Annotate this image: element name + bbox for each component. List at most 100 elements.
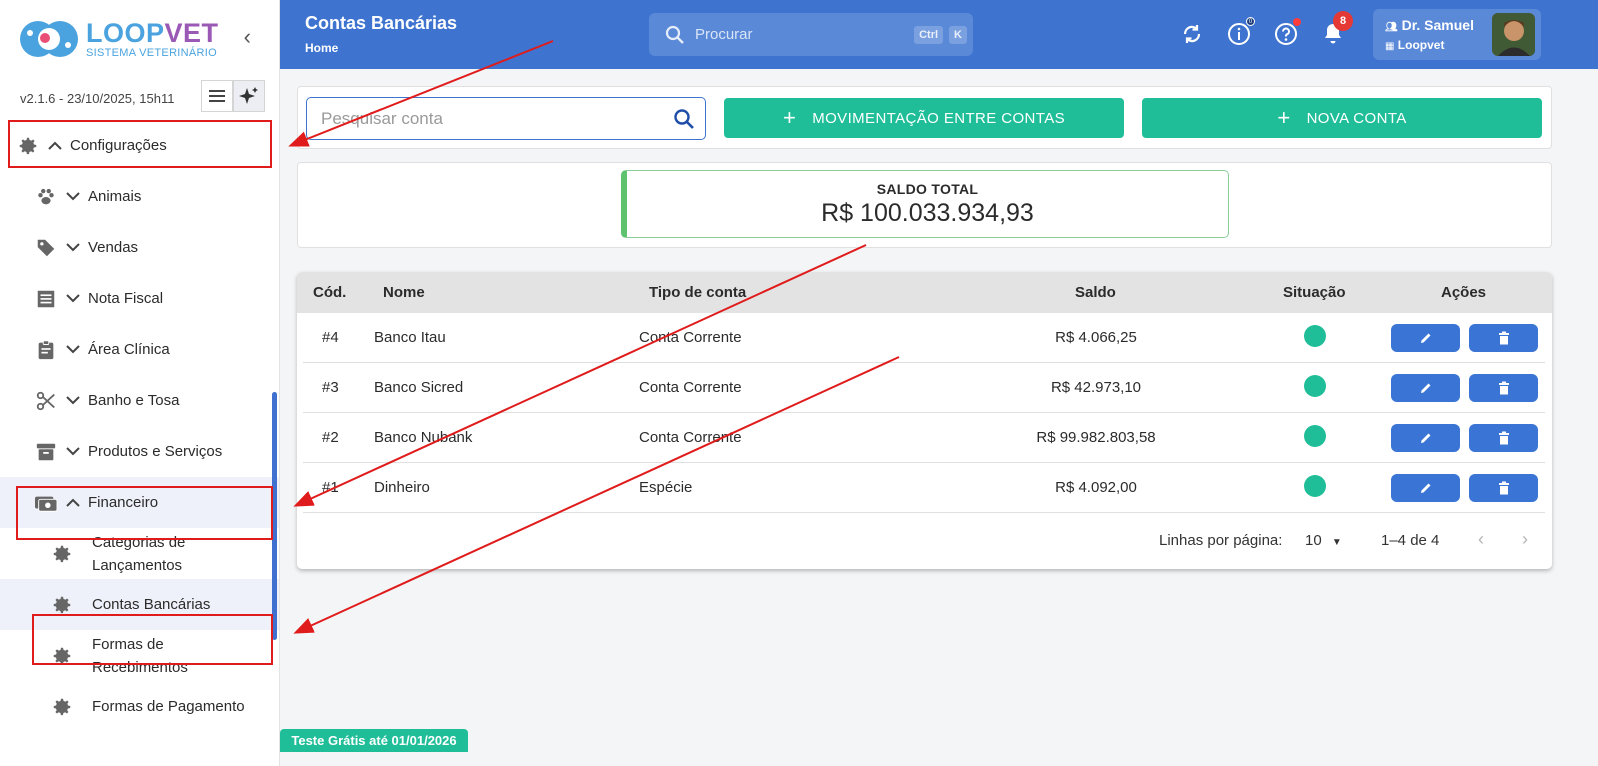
info-icon [1228,23,1250,45]
delete-button[interactable] [1469,374,1538,402]
chevron-down-icon [64,447,82,456]
sidebar-item-contas-bancarias[interactable]: Contas Bancárias [0,579,279,630]
status-active-dot [1304,325,1326,347]
money-icon [34,491,58,515]
pencil-icon [1420,383,1430,393]
sidebar-item-area-clinica[interactable]: Área Clínica [0,324,279,375]
top-header: Contas Bancárias Home Procurar Ctrl K 0 … [280,0,1598,69]
saldo-total-value: R$ 100.033.934,93 [821,199,1034,227]
gear-icon [16,134,40,158]
sidebar-item-label: Animais [88,188,142,205]
global-search-input[interactable]: Procurar Ctrl K [649,13,973,56]
cell-cod: #4 [322,329,339,346]
sidebar-scrollbar[interactable] [272,392,277,640]
prev-page-icon[interactable]: ‹ [1478,529,1484,550]
notifications-button[interactable]: 8 [1319,11,1353,48]
table-row[interactable]: #2 Banco Nubank Conta Corrente R$ 99.982… [303,413,1545,463]
transfer-between-accounts-button[interactable]: + MOVIMENTAÇÃO ENTRE CONTAS [724,98,1124,138]
new-account-button-label: NOVA CONTA [1306,109,1407,127]
rows-per-page-label: Linhas por página: [1159,532,1283,549]
sync-button[interactable] [1178,20,1206,48]
table-header: Cód. Nome Tipo de conta Saldo Situação A… [297,272,1552,313]
kbd-ctrl: Ctrl [914,25,944,44]
col-header-cod[interactable]: Cód. [313,284,346,301]
cell-nome: Banco Nubank [374,429,473,446]
cell-tipo: Conta Corrente [639,379,742,396]
gear-icon [50,695,74,719]
menu-list-button[interactable] [201,80,233,112]
logo-title-a: LOOP [86,17,165,48]
sidebar-item-categorias-lancamentos[interactable]: Categorias de Lançamentos [0,528,279,579]
paw-icon [34,185,58,209]
sidebar-item-produtos-servicos[interactable]: Produtos e Serviços [0,426,279,477]
sidebar-item-vendas[interactable]: Vendas [0,222,279,273]
edit-button[interactable] [1391,474,1460,502]
sidebar-item-label-line2: Recebimentos [92,658,188,676]
ai-sparkle-button[interactable] [233,80,265,112]
sidebar-item-banho-tosa[interactable]: Banho e Tosa [0,375,279,426]
help-alert-dot [1293,18,1301,26]
delete-button[interactable] [1469,474,1538,502]
sidebar-item-financeiro[interactable]: Financeiro [0,477,279,528]
gear-icon [50,593,74,617]
edit-button[interactable] [1391,324,1460,352]
building-icon: ▦ [1385,41,1395,52]
edit-button[interactable] [1391,424,1460,452]
search-icon [665,25,684,44]
col-header-tipo[interactable]: Tipo de conta [649,284,746,301]
collapse-sidebar-icon[interactable]: ‹ [244,24,251,50]
delete-button[interactable] [1469,424,1538,452]
cell-tipo: Conta Corrente [639,329,742,346]
sidebar-item-nota-fiscal[interactable]: Nota Fiscal [0,273,279,324]
next-page-icon[interactable]: › [1522,529,1528,550]
scissors-icon [34,389,58,413]
sidebar-item-label-line2: Lançamentos [92,556,183,574]
help-button[interactable] [1272,18,1301,48]
search-icon[interactable] [673,108,695,130]
sidebar-item-label: Área Clínica [88,341,170,358]
clipboard-icon [34,338,58,362]
users-icon: 👥︎ [1385,22,1398,33]
chevron-down-icon [64,294,82,303]
trash-icon [1498,331,1509,345]
sidebar-menu: Configurações Animais Vendas Nota Fiscal [0,120,279,732]
sidebar-item-animais[interactable]: Animais [0,171,279,222]
status-active-dot [1304,375,1326,397]
global-search-placeholder: Procurar [695,26,753,43]
accounts-table: Cód. Nome Tipo de conta Saldo Situação A… [297,272,1552,569]
col-header-nome[interactable]: Nome [383,284,425,301]
logo: LOOPVET SISTEMA VETERINÁRIO ‹ [0,0,279,78]
sidebar-item-formas-pagamento[interactable]: Formas de Pagamento [0,681,279,732]
new-account-button[interactable]: + NOVA CONTA [1142,98,1542,138]
info-button[interactable]: 0 [1225,17,1255,48]
tag-icon [34,236,58,260]
col-header-saldo[interactable]: Saldo [1075,284,1116,301]
table-row[interactable]: #3 Banco Sicred Conta Corrente R$ 42.973… [303,363,1545,413]
accounts-toolbar: Pesquisar conta + MOVIMENTAÇÃO ENTRE CON… [297,86,1552,149]
chevron-down-icon [64,345,82,354]
sidebar-item-formas-recebimentos[interactable]: Formas de Recebimentos [0,630,279,681]
sidebar-item-configuracoes[interactable]: Configurações [0,120,279,171]
sidebar-item-label: Vendas [88,239,139,256]
user-menu[interactable]: 👥︎ Dr. Samuel ▦ Loopvet [1373,9,1541,60]
table-row[interactable]: #4 Banco Itau Conta Corrente R$ 4.066,25 [303,313,1545,363]
breadcrumb[interactable]: Home [305,41,338,55]
table-row[interactable]: #1 Dinheiro Espécie R$ 4.092,00 [303,463,1545,513]
col-header-situacao[interactable]: Situação [1283,284,1346,301]
version-text: v2.1.6 - 23/10/2025, 15h11 [20,90,175,106]
account-search-input[interactable]: Pesquisar conta [306,97,706,140]
avatar [1492,13,1535,56]
info-badge: 0 [1246,17,1255,26]
trash-icon [1498,381,1509,395]
chevron-up-icon [64,498,82,507]
cell-saldo: R$ 4.092,00 [1055,479,1137,496]
sidebar-item-label: Financeiro [88,494,159,511]
gear-icon [50,644,74,668]
gear-icon [50,542,74,566]
rows-per-page-select[interactable]: 10 ▼ [1305,532,1342,549]
edit-button[interactable] [1391,374,1460,402]
cell-cod: #3 [322,379,339,396]
delete-button[interactable] [1469,324,1538,352]
chevron-down-icon [64,243,82,252]
trial-badge[interactable]: Teste Grátis até 01/01/2026 [280,729,468,752]
